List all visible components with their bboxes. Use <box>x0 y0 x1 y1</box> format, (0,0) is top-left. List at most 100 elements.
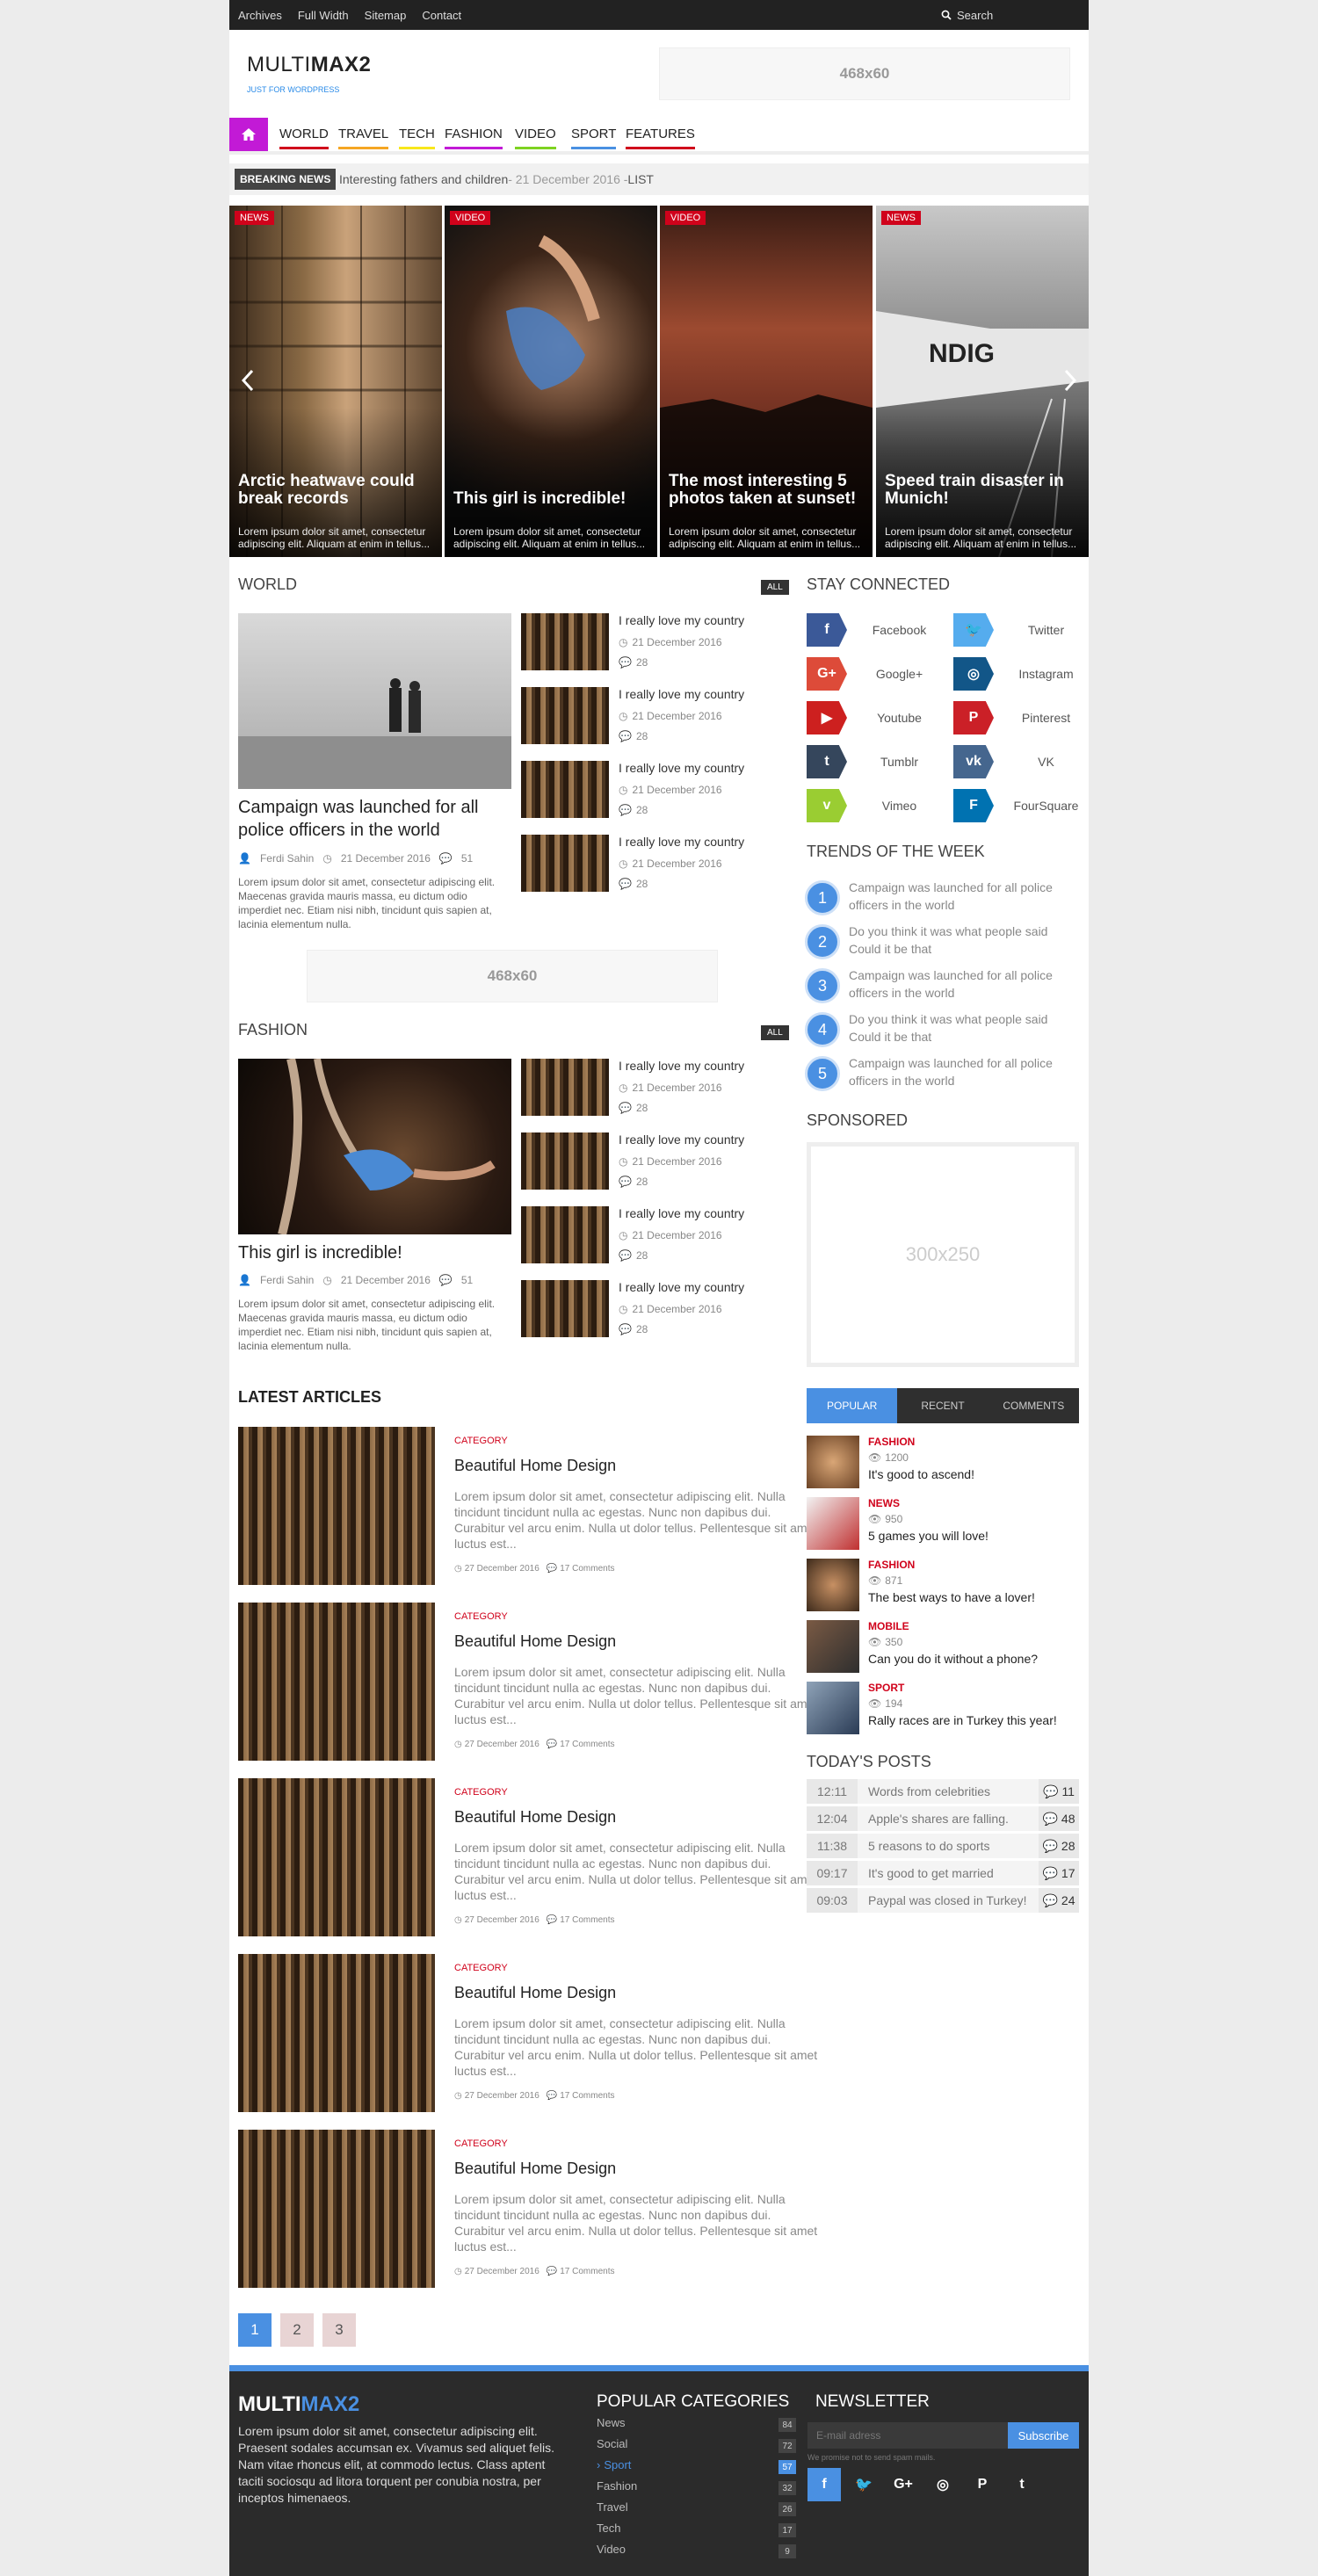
list-item-image[interactable] <box>521 1280 609 1337</box>
pagination-page-1[interactable]: 1 <box>238 2313 272 2347</box>
pagination-page-3[interactable]: 3 <box>322 2313 356 2347</box>
topbar-link-sitemap[interactable]: Sitemap <box>365 9 407 22</box>
footer-category-item[interactable]: › Sport 57 <box>597 2458 796 2476</box>
todays-post-title[interactable]: Paypal was closed in Turkey! <box>868 1888 1027 1913</box>
slide-tag[interactable]: NEWS <box>235 211 274 225</box>
popular-item-image[interactable] <box>807 1559 859 1611</box>
list-item-title[interactable]: I really love my country <box>619 687 744 701</box>
list-item-image[interactable] <box>521 761 609 818</box>
trend-item[interactable]: 5 Campaign was launched for all police of… <box>805 1053 1077 1091</box>
list-item-comments[interactable]: 💬 28 <box>619 1102 648 1114</box>
nav-item-video[interactable]: VIDEO <box>515 127 556 149</box>
fashion-all-button[interactable]: ALL <box>761 1025 789 1040</box>
list-item-comments[interactable]: 💬 28 <box>619 878 648 890</box>
trend-item[interactable]: 2 Do you think it was what people said Co… <box>805 921 1077 959</box>
popular-item-image[interactable] <box>807 1620 859 1673</box>
social-link-facebook[interactable]: f Facebook <box>807 613 952 647</box>
slider-item[interactable]: VIDEO This girl is incredible! Lorem ips… <box>445 206 657 557</box>
popular-item-title[interactable]: The best ways to have a lover! <box>868 1590 1035 1604</box>
world-main-title[interactable]: Campaign was launched for all police off… <box>238 796 511 842</box>
article-category[interactable]: CATEGORY <box>454 1436 508 1446</box>
social-link-tumblr[interactable]: t Tumblr <box>807 745 952 778</box>
article-category[interactable]: CATEGORY <box>454 1963 508 1973</box>
list-item[interactable]: I really love my country ◷ 21 December 201… <box>521 835 744 892</box>
list-item-comments[interactable]: 💬 28 <box>619 804 648 816</box>
sponsored-ad[interactable]: 300x250 <box>807 1142 1079 1367</box>
fashion-main-image[interactable] <box>238 1059 511 1234</box>
trend-title[interactable]: Do you think it was what people said Cou… <box>849 923 1073 958</box>
popular-item-title[interactable]: Rally races are in Turkey this year! <box>868 1713 1057 1727</box>
popular-item[interactable]: MOBILE 👁 350 Can you do it without a phone? <box>807 1620 1079 1673</box>
list-item[interactable]: I really love my country ◷ 21 December 201… <box>521 1206 744 1263</box>
trend-title[interactable]: Campaign was launched for all police off… <box>849 1054 1073 1089</box>
social-link-foursquare[interactable]: F FourSquare <box>953 789 1098 822</box>
article-image[interactable] <box>238 1778 435 1936</box>
slider-item[interactable]: NEWS Arctic heatwave could break records… <box>229 206 442 557</box>
list-item[interactable]: I really love my country ◷ 21 December 201… <box>521 613 744 670</box>
fashion-main-author[interactable]: Ferdi Sahin <box>260 1274 314 1286</box>
topbar-link-archives[interactable]: Archives <box>238 9 282 22</box>
world-main-comments[interactable]: 51 <box>461 852 473 865</box>
pagination-page-2[interactable]: 2 <box>280 2313 314 2347</box>
footer-social-pinterest-button[interactable]: P <box>966 2468 999 2501</box>
popular-item-title[interactable]: Can you do it without a phone? <box>868 1652 1038 1666</box>
todays-post-row[interactable]: 12:11 Words from celebrities 💬 11 <box>807 1779 1079 1804</box>
popular-item-image[interactable] <box>807 1497 859 1550</box>
article-title[interactable]: Beautiful Home Design <box>454 1808 616 1827</box>
nav-item-fashion[interactable]: FASHION <box>445 127 503 149</box>
slide-title[interactable]: The most interesting 5 photos taken at s… <box>669 473 864 508</box>
article-image[interactable] <box>238 2130 435 2288</box>
todays-post-title[interactable]: Apple's shares are falling. <box>868 1806 1009 1831</box>
nav-item-tech[interactable]: TECH <box>399 127 435 149</box>
todays-post-row[interactable]: 11:38 5 reasons to do sports 💬 28 <box>807 1834 1079 1858</box>
article-category[interactable]: CATEGORY <box>454 2138 508 2149</box>
todays-post-row[interactable]: 09:03 Paypal was closed in Turkey! 💬 24 <box>807 1888 1079 1913</box>
footer-social-google-plus-button[interactable]: G+ <box>887 2468 920 2501</box>
footer-category-item[interactable]: Video 9 <box>597 2543 796 2560</box>
mid-ad-banner[interactable]: 468x60 <box>307 950 718 1002</box>
footer-category-item[interactable]: Tech 17 <box>597 2522 796 2539</box>
article-image[interactable] <box>238 1603 435 1761</box>
social-link-youtube[interactable]: ▶ Youtube <box>807 701 952 734</box>
newsletter-email-input[interactable]: E-mail adress <box>807 2422 1008 2449</box>
tab-comments[interactable]: COMMENTS <box>988 1388 1079 1423</box>
article-comments[interactable]: 17 Comments <box>560 1740 614 1749</box>
article-title[interactable]: Beautiful Home Design <box>454 1632 616 1651</box>
list-item-title[interactable]: I really love my country <box>619 613 744 627</box>
social-link-google-plus[interactable]: G+ Google+ <box>807 657 952 691</box>
trend-item[interactable]: 1 Campaign was launched for all police of… <box>805 877 1077 915</box>
list-item-comments[interactable]: 💬 28 <box>619 1323 648 1335</box>
popular-item-title[interactable]: 5 games you will love! <box>868 1529 988 1543</box>
popular-item-image[interactable] <box>807 1436 859 1488</box>
footer-category-item[interactable]: Social 72 <box>597 2437 796 2455</box>
todays-post-row[interactable]: 09:17 It's good to get married 💬 17 <box>807 1861 1079 1885</box>
list-item-title[interactable]: I really love my country <box>619 1280 744 1294</box>
slide-title[interactable]: This girl is incredible! <box>453 490 648 508</box>
footer-category-item[interactable]: Travel 26 <box>597 2500 796 2518</box>
todays-post-comments[interactable]: 💬 28 <box>1039 1834 1079 1858</box>
todays-post-comments[interactable]: 💬 48 <box>1039 1806 1079 1831</box>
topbar-link-full-width[interactable]: Full Width <box>298 9 349 22</box>
todays-post-row[interactable]: 12:04 Apple's shares are falling. 💬 48 <box>807 1806 1079 1831</box>
list-item[interactable]: I really love my country ◷ 21 December 201… <box>521 1132 744 1190</box>
article-title[interactable]: Beautiful Home Design <box>454 2160 616 2178</box>
list-item-comments[interactable]: 💬 28 <box>619 730 648 742</box>
article-comments[interactable]: 17 Comments <box>560 1915 614 1925</box>
list-item-title[interactable]: I really love my country <box>619 1059 744 1073</box>
tab-popular[interactable]: POPULAR <box>807 1388 898 1423</box>
popular-item-title[interactable]: It's good to ascend! <box>868 1467 974 1481</box>
slider-prev-button[interactable] <box>241 369 254 399</box>
slider-item[interactable]: NDIG NEWS Speed train disaster in Munich… <box>876 206 1089 557</box>
world-main-image[interactable] <box>238 613 511 789</box>
trend-title[interactable]: Campaign was launched for all police off… <box>849 879 1073 914</box>
slide-tag[interactable]: VIDEO <box>450 211 491 225</box>
popular-item-category[interactable]: FASHION <box>868 1436 915 1448</box>
list-item-image[interactable] <box>521 1206 609 1263</box>
social-link-vimeo[interactable]: v Vimeo <box>807 789 952 822</box>
social-link-vk[interactable]: vk VK <box>953 745 1098 778</box>
topbar-link-contact[interactable]: Contact <box>422 9 461 22</box>
popular-item-image[interactable] <box>807 1682 859 1734</box>
home-button[interactable] <box>229 118 268 151</box>
slide-title[interactable]: Speed train disaster in Munich! <box>885 473 1080 508</box>
slide-tag[interactable]: VIDEO <box>665 211 706 225</box>
